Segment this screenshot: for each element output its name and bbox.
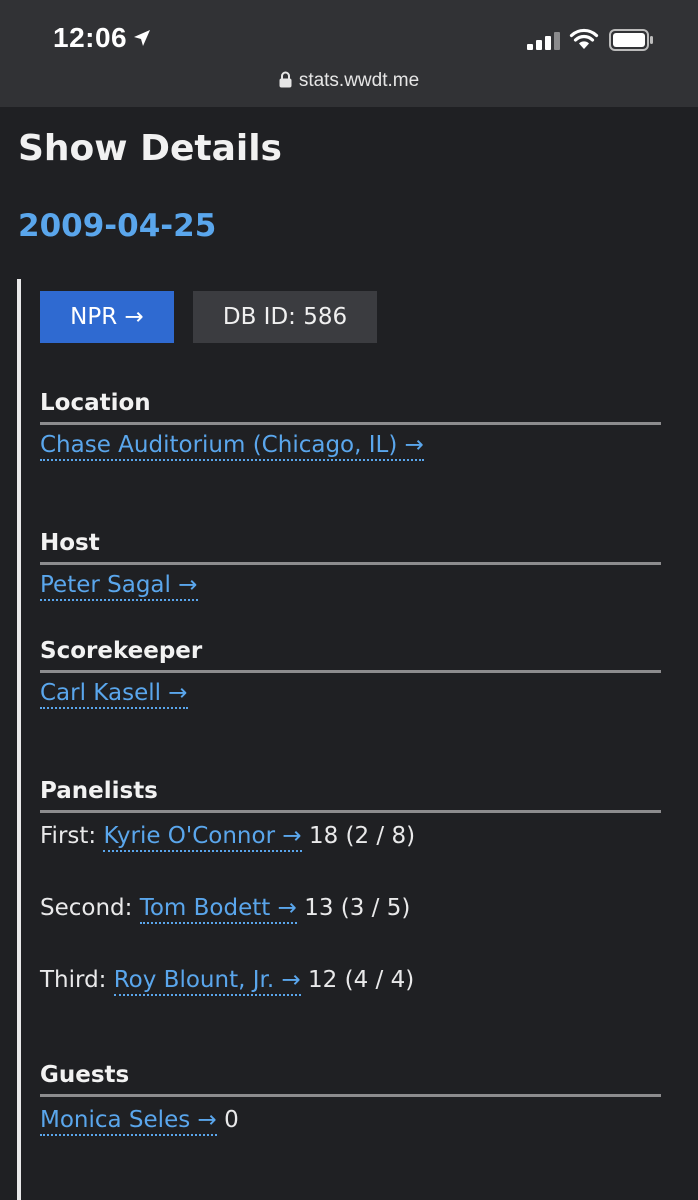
panelist-position: Second: [40, 895, 133, 921]
guest-row: Monica Seles → 0 [40, 1105, 239, 1136]
scorekeeper-heading: Scorekeeper [40, 637, 661, 673]
host-heading: Host [40, 529, 661, 565]
wifi-icon [569, 28, 599, 54]
panelist-position: Third: [40, 967, 107, 993]
location-arrow-icon [133, 29, 151, 51]
panelist-score: 12 (4 / 4) [308, 967, 415, 993]
scorekeeper-row: Carl Kasell → [40, 678, 188, 709]
lock-icon [279, 71, 292, 94]
scorekeeper-link[interactable]: Carl Kasell → [40, 680, 188, 709]
panelist-score: 13 (3 / 5) [304, 895, 411, 921]
guests-heading: Guests [40, 1061, 661, 1097]
location-row: Chase Auditorium (Chicago, IL) → [40, 430, 424, 461]
show-date: 2009-04-25 [18, 208, 217, 244]
guest-score: 0 [224, 1107, 239, 1133]
location-heading: Location [40, 389, 661, 425]
url-text: stats.wwdt.me [298, 70, 420, 91]
panelist-position: First: [40, 823, 97, 849]
host-row: Peter Sagal → [40, 570, 198, 601]
content-left-border [17, 279, 21, 1200]
battery-icon [609, 29, 655, 55]
npr-button[interactable]: NPR → [40, 291, 174, 343]
address-bar[interactable]: stats.wwdt.me [0, 70, 698, 94]
panelist-link[interactable]: Tom Bodett → [139, 895, 297, 924]
status-bar: 12:06 stats.wwdt.me [0, 0, 698, 107]
panelist-row: Second: Tom Bodett → 13 (3 / 5) [40, 893, 411, 924]
panelist-row: First: Kyrie O'Connor → 18 (2 / 8) [40, 821, 416, 852]
cellular-signal-icon [527, 32, 561, 54]
status-time: 12:06 [53, 22, 128, 53]
db-id-badge: DB ID: 586 [193, 291, 377, 343]
panelist-link[interactable]: Kyrie O'Connor → [103, 823, 302, 852]
guest-link[interactable]: Monica Seles → [40, 1107, 217, 1136]
panelists-heading: Panelists [40, 777, 661, 813]
panelist-link[interactable]: Roy Blount, Jr. → [113, 967, 301, 996]
panelist-score: 18 (2 / 8) [308, 823, 416, 849]
host-link[interactable]: Peter Sagal → [40, 572, 198, 601]
page-title: Show Details [18, 128, 282, 169]
location-link[interactable]: Chase Auditorium (Chicago, IL) → [40, 432, 424, 461]
panelist-row: Third: Roy Blount, Jr. → 12 (4 / 4) [40, 965, 415, 996]
